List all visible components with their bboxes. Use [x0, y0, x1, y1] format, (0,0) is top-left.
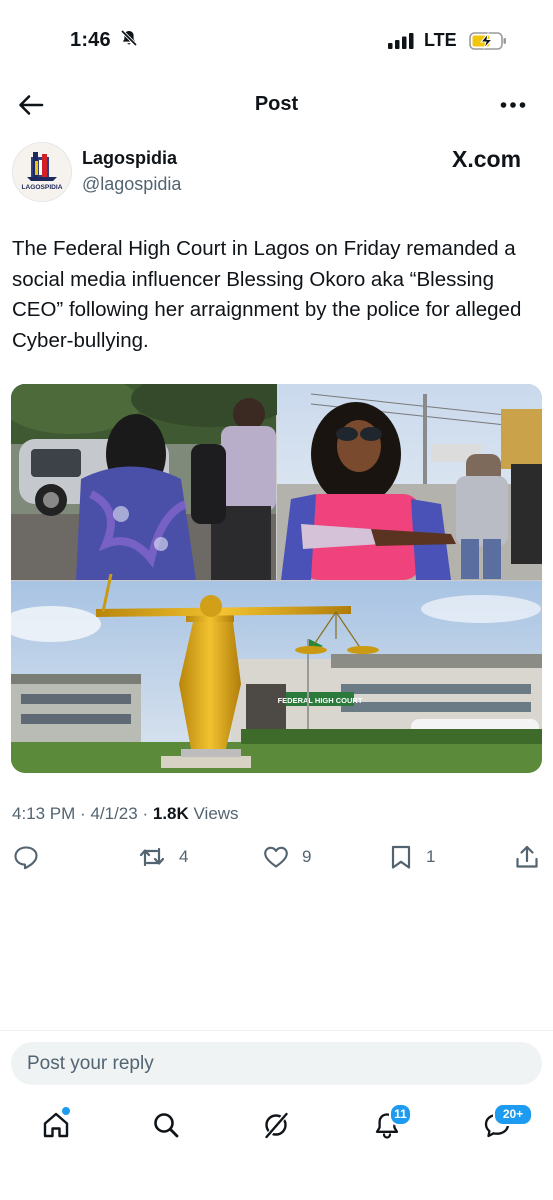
reply-placeholder: Post your reply — [27, 1053, 154, 1074]
like-action[interactable]: 9 — [262, 843, 311, 871]
home-unread-dot — [62, 1107, 70, 1115]
avatar[interactable]: LAGOSPIDIA — [12, 142, 72, 202]
battery-charging-icon — [468, 31, 506, 50]
court-sign-text: FEDERAL HIGH COURT — [278, 696, 363, 705]
media-collage: FEDERAL HIGH COURT — [11, 384, 542, 773]
post-time: 4:13 PM — [12, 804, 76, 823]
page-title: Post — [254, 93, 299, 115]
silent-bell-icon — [120, 29, 137, 47]
bookmark-action[interactable]: 1 — [388, 843, 435, 871]
nav-notifications[interactable]: 11 — [372, 1103, 412, 1145]
nav-home[interactable] — [41, 1107, 71, 1145]
photo-arrest-scene — [11, 384, 291, 580]
meta-separator: · — [142, 804, 149, 823]
signal-icon — [388, 32, 414, 49]
nav-messages[interactable]: 20+ — [482, 1103, 533, 1145]
views-label: Views — [193, 804, 239, 823]
post-text: The Federal High Court in Lagos on Frida… — [12, 237, 522, 352]
grok-icon — [265, 1112, 288, 1139]
nav-grok[interactable] — [261, 1110, 291, 1145]
repost-count: 4 — [179, 847, 189, 866]
status-time: 1:46 — [70, 28, 139, 52]
reply-action[interactable] — [12, 843, 52, 871]
post-media[interactable]: FEDERAL HIGH COURT — [11, 384, 542, 773]
bookmark-count: 1 — [426, 847, 436, 866]
action-bar: 4 9 1 — [0, 843, 553, 875]
messages-badge: 20+ — [493, 1103, 533, 1126]
bottom-nav: 11 20+ — [0, 1103, 553, 1148]
repost-action[interactable]: 4 — [137, 843, 188, 871]
status-indicators: LTE — [388, 30, 509, 51]
source-label: X.com — [452, 146, 522, 172]
network-type: LTE — [424, 30, 457, 50]
photo-blessing-ceo — [277, 384, 542, 580]
post-date: 4/1/23 — [90, 804, 138, 823]
logo-text: LAGOSPIDIA — [21, 184, 62, 191]
meta-separator: · — [80, 804, 86, 823]
status-time-text: 1:46 — [70, 29, 111, 51]
share-icon — [516, 845, 538, 868]
share-action[interactable] — [513, 843, 541, 871]
views-count: 1.8K — [152, 804, 189, 823]
notifications-badge: 11 — [389, 1103, 412, 1126]
author-handle[interactable]: @lagospidia — [82, 174, 181, 195]
bookmark-icon — [391, 845, 411, 869]
author-name[interactable]: Lagospidia — [82, 148, 177, 169]
repost-icon — [139, 847, 165, 867]
like-count: 9 — [302, 847, 312, 866]
lagospidia-logo: LAGOSPIDIA — [13, 143, 71, 201]
search-icon — [154, 1113, 179, 1138]
nav-search[interactable] — [151, 1110, 181, 1145]
divider — [0, 1030, 553, 1031]
more-icon[interactable] — [500, 98, 526, 112]
photo-federal-high-court: FEDERAL HIGH COURT — [11, 573, 542, 773]
reply-icon — [14, 846, 38, 870]
heart-icon — [264, 846, 288, 868]
post-meta: 4:13 PM · 4/1/23 · 1.8K Views — [12, 804, 239, 824]
